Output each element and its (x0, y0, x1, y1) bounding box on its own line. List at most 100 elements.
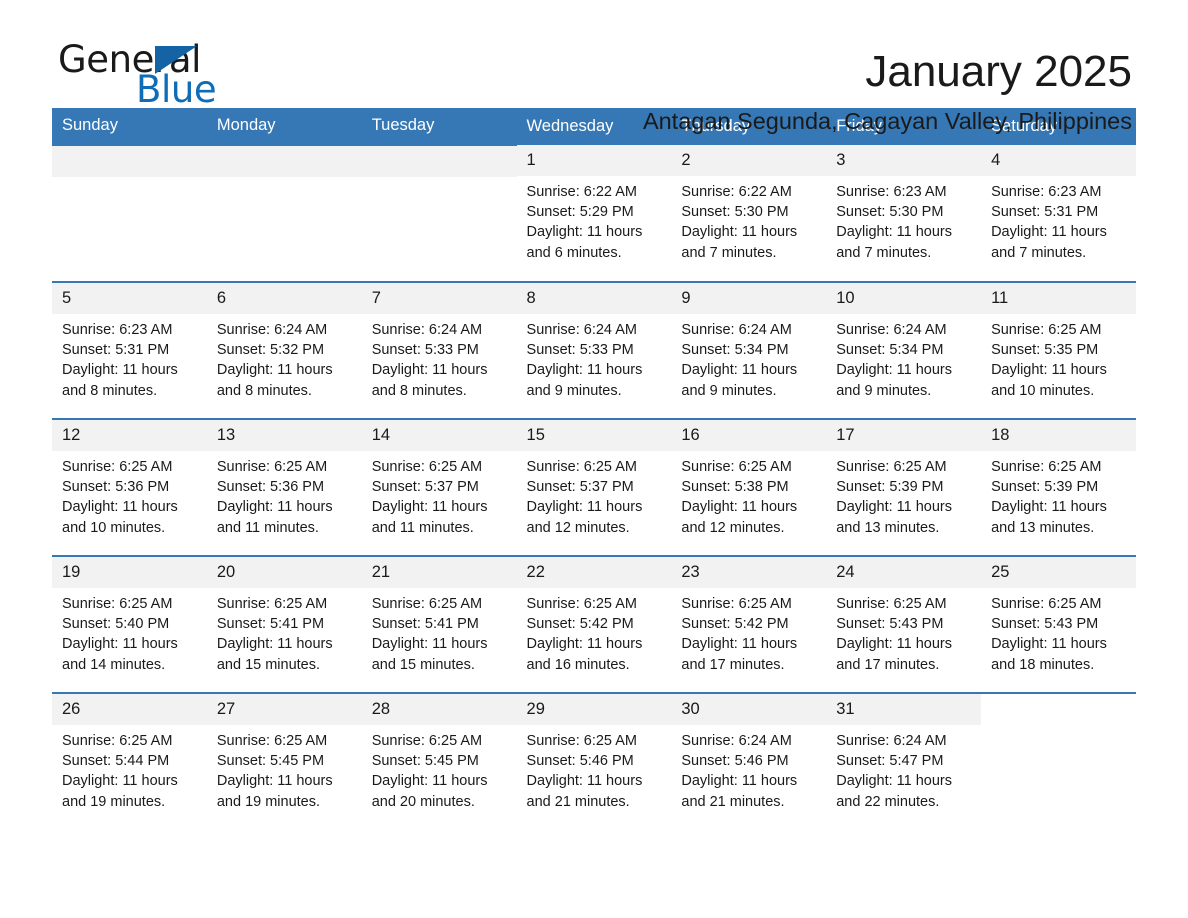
day-details: Sunrise: 6:25 AM Sunset: 5:43 PM Daylight:… (826, 588, 981, 675)
day-number: 6 (206, 283, 362, 314)
calendar-day-cell[interactable]: 30 Sunrise: 6:24 AM Sunset: 5:46 PM Dayligh… (671, 692, 827, 829)
calendar-day-cell[interactable]: 11 Sunrise: 6:25 AM Sunset: 5:35 PM Dayligh… (981, 281, 1136, 419)
day-number: 24 (826, 557, 982, 588)
day-details: Sunrise: 6:25 AM Sunset: 5:36 PM Daylight:… (52, 451, 207, 538)
daylight-text-line2: and 22 minutes. (836, 793, 940, 810)
sunrise-sunset-calendar: Sunday Monday Tuesday Wednesday Thursday… (52, 108, 1136, 829)
sunset-text: Sunset: 5:39 PM (836, 479, 944, 496)
daylight-text-line2: and 6 minutes. (526, 244, 622, 261)
calendar-week-row: 1 Sunrise: 6:22 AM Sunset: 5:29 PM Daylight… (52, 144, 1136, 282)
calendar-day-cell[interactable]: 13 Sunrise: 6:25 AM Sunset: 5:36 PM Dayligh… (206, 418, 362, 556)
sunset-text: Sunset: 5:38 PM (681, 479, 789, 496)
calendar-day-cell[interactable]: 31 Sunrise: 6:24 AM Sunset: 5:47 PM Dayligh… (826, 692, 982, 829)
sunrise-text: Sunrise: 6:25 AM (216, 459, 328, 475)
daylight-text-line1: Daylight: 11 hours (526, 362, 643, 379)
calendar-day-cell[interactable]: 12 Sunrise: 6:25 AM Sunset: 5:36 PM Dayligh… (52, 418, 207, 556)
daylight-text-line1: Daylight: 11 hours (62, 773, 178, 790)
calendar-day-cell[interactable]: 16 Sunrise: 6:25 AM Sunset: 5:38 PM Dayligh… (671, 418, 827, 556)
calendar-day-cell[interactable]: 26 Sunrise: 6:25 AM Sunset: 5:44 PM Dayligh… (52, 692, 207, 829)
day-number: 15 (516, 420, 672, 451)
day-details: Sunrise: 6:24 AM Sunset: 5:46 PM Daylight:… (671, 725, 826, 812)
day-details: Sunrise: 6:24 AM Sunset: 5:34 PM Daylight:… (671, 314, 826, 401)
calendar-day-cell[interactable]: 5 Sunrise: 6:23 AM Sunset: 5:31 PM Daylight… (52, 281, 207, 419)
calendar-day-cell[interactable]: 24 Sunrise: 6:25 AM Sunset: 5:43 PM Dayligh… (826, 555, 982, 693)
day-number: 2 (671, 145, 827, 176)
daylight-text-line2: and 15 minutes. (216, 656, 321, 673)
calendar-day-cell[interactable]: 22 Sunrise: 6:25 AM Sunset: 5:42 PM Dayligh… (516, 555, 672, 693)
sunrise-text: Sunrise: 6:25 AM (371, 459, 483, 475)
day-number: 5 (52, 283, 207, 314)
calendar-day-cell[interactable]: 2 Sunrise: 6:22 AM Sunset: 5:30 PM Daylight… (671, 145, 827, 282)
calendar-day-cell[interactable]: 27 Sunrise: 6:25 AM Sunset: 5:45 PM Dayligh… (206, 692, 362, 829)
title-block: January 2025 Antagan Segunda, Cagayan Va… (643, 0, 1132, 136)
daylight-text-line2: and 17 minutes. (681, 656, 785, 673)
daylight-text-line2: and 15 minutes. (371, 656, 475, 673)
sunrise-text: Sunrise: 6:25 AM (681, 596, 792, 612)
sunrise-text: Sunrise: 6:23 AM (836, 184, 947, 200)
sunset-text: Sunset: 5:43 PM (836, 616, 944, 633)
sunset-text: Sunset: 5:46 PM (526, 753, 634, 770)
calendar-cell-empty (206, 144, 362, 282)
sunset-text: Sunset: 5:33 PM (371, 342, 479, 359)
sunrise-text: Sunrise: 6:24 AM (836, 733, 947, 749)
daylight-text-line2: and 8 minutes. (216, 382, 312, 399)
sunset-text: Sunset: 5:37 PM (371, 479, 479, 496)
day-details: Sunrise: 6:25 AM Sunset: 5:41 PM Daylight:… (207, 588, 362, 675)
calendar-day-cell[interactable]: 9 Sunrise: 6:24 AM Sunset: 5:34 PM Daylight… (671, 281, 827, 419)
calendar-day-cell[interactable]: 17 Sunrise: 6:25 AM Sunset: 5:39 PM Dayligh… (826, 418, 982, 556)
sunrise-text: Sunrise: 6:25 AM (991, 596, 1102, 612)
sunset-text: Sunset: 5:45 PM (371, 753, 479, 770)
calendar-day-cell[interactable]: 28 Sunrise: 6:25 AM Sunset: 5:45 PM Dayligh… (361, 692, 517, 829)
sunrise-text: Sunrise: 6:25 AM (371, 733, 483, 749)
calendar-day-cell[interactable]: 25 Sunrise: 6:25 AM Sunset: 5:43 PM Dayligh… (981, 555, 1136, 693)
calendar-day-cell[interactable]: 15 Sunrise: 6:25 AM Sunset: 5:37 PM Dayligh… (516, 418, 672, 556)
day-number: 4 (981, 145, 1136, 176)
sunrise-text: Sunrise: 6:25 AM (371, 596, 483, 612)
day-number: 9 (671, 283, 827, 314)
sunset-text: Sunset: 5:43 PM (991, 616, 1099, 633)
calendar-day-cell[interactable]: 19 Sunrise: 6:25 AM Sunset: 5:40 PM Dayligh… (52, 555, 207, 693)
sunrise-text: Sunrise: 6:25 AM (62, 733, 173, 749)
sunrise-text: Sunrise: 6:25 AM (216, 733, 328, 749)
day-number: 27 (206, 694, 362, 725)
sunrise-text: Sunrise: 6:23 AM (62, 322, 173, 338)
calendar-day-cell[interactable]: 3 Sunrise: 6:23 AM Sunset: 5:30 PM Daylight… (826, 145, 982, 282)
day-number: 14 (361, 420, 517, 451)
calendar-day-cell[interactable]: 4 Sunrise: 6:23 AM Sunset: 5:31 PM Daylight… (981, 145, 1136, 282)
calendar-day-cell[interactable]: 29 Sunrise: 6:25 AM Sunset: 5:46 PM Dayligh… (516, 692, 672, 829)
daylight-text-line2: and 11 minutes. (371, 519, 474, 536)
sunset-text: Sunset: 5:35 PM (991, 342, 1099, 359)
calendar-day-cell[interactable]: 20 Sunrise: 6:25 AM Sunset: 5:41 PM Dayligh… (206, 555, 362, 693)
calendar-day-cell[interactable]: 21 Sunrise: 6:25 AM Sunset: 5:41 PM Dayligh… (361, 555, 517, 693)
calendar-day-cell[interactable]: 8 Sunrise: 6:24 AM Sunset: 5:33 PM Daylight… (516, 281, 672, 419)
daylight-text-line2: and 13 minutes. (836, 519, 940, 536)
day-details: Sunrise: 6:24 AM Sunset: 5:32 PM Daylight:… (207, 314, 362, 401)
day-number: 28 (361, 694, 517, 725)
day-number: 3 (826, 145, 982, 176)
calendar-day-cell[interactable]: 23 Sunrise: 6:25 AM Sunset: 5:42 PM Dayligh… (671, 555, 827, 693)
calendar-day-cell[interactable]: 6 Sunrise: 6:24 AM Sunset: 5:32 PM Daylight… (206, 281, 362, 419)
calendar-week-row: 26 Sunrise: 6:25 AM Sunset: 5:44 PM Dayligh… (52, 692, 1136, 829)
daylight-text-line2: and 19 minutes. (216, 793, 321, 810)
general-blue-logo[interactable]: General Blue (58, 40, 358, 110)
day-details: Sunrise: 6:25 AM Sunset: 5:37 PM Daylight:… (517, 451, 672, 538)
daylight-text-line1: Daylight: 11 hours (681, 636, 798, 653)
sunrise-text: Sunrise: 6:23 AM (991, 184, 1102, 200)
calendar-cell-empty (52, 144, 207, 282)
day-details: Sunrise: 6:25 AM Sunset: 5:45 PM Daylight:… (207, 725, 362, 812)
daylight-text-line1: Daylight: 11 hours (836, 636, 953, 653)
calendar-day-cell[interactable]: 10 Sunrise: 6:24 AM Sunset: 5:34 PM Dayligh… (826, 281, 982, 419)
daylight-text-line1: Daylight: 11 hours (62, 362, 178, 379)
day-details: Sunrise: 6:23 AM Sunset: 5:30 PM Daylight:… (826, 176, 981, 263)
sunset-text: Sunset: 5:42 PM (681, 616, 789, 633)
calendar-day-cell[interactable]: 1 Sunrise: 6:22 AM Sunset: 5:29 PM Daylight… (516, 145, 672, 282)
day-number: 7 (361, 283, 517, 314)
sunset-text: Sunset: 5:44 PM (62, 753, 170, 770)
calendar-day-cell[interactable]: 18 Sunrise: 6:25 AM Sunset: 5:39 PM Dayligh… (981, 418, 1136, 556)
calendar-day-cell[interactable]: 7 Sunrise: 6:24 AM Sunset: 5:33 PM Daylight… (361, 281, 517, 419)
day-details: Sunrise: 6:25 AM Sunset: 5:46 PM Daylight:… (517, 725, 672, 812)
calendar-day-cell[interactable]: 14 Sunrise: 6:25 AM Sunset: 5:37 PM Dayligh… (361, 418, 517, 556)
sunset-text: Sunset: 5:31 PM (991, 204, 1099, 221)
day-number: 25 (981, 557, 1136, 588)
daylight-text-line1: Daylight: 11 hours (216, 773, 333, 790)
